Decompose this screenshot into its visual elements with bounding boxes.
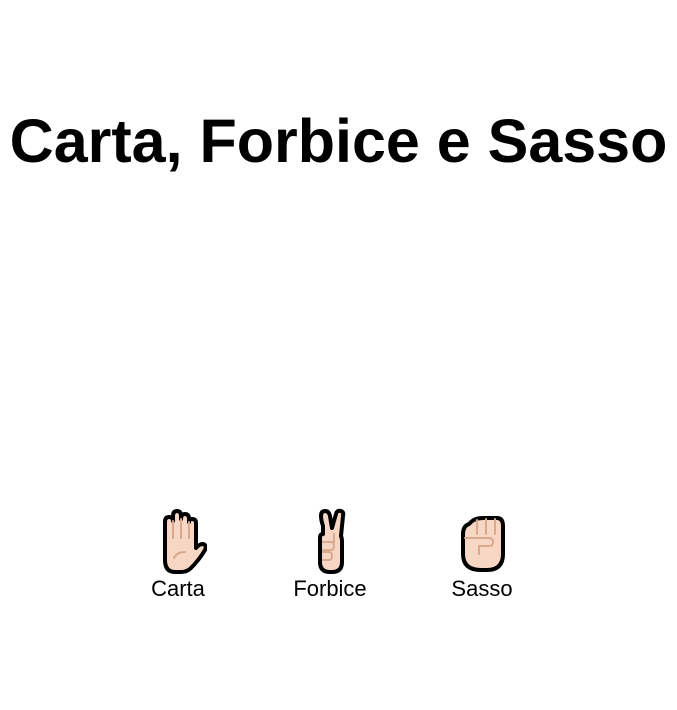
choice-sasso-label: Sasso [451, 576, 513, 601]
choice-carta-button[interactable]: Carta [138, 508, 218, 602]
choice-sasso-button[interactable]: Sasso [440, 508, 524, 602]
raised-hand-icon [163, 509, 207, 574]
choice-carta-label: Carta [151, 576, 205, 601]
page-title: Carta, Forbice e Sasso [9, 107, 668, 175]
choice-forbice-button[interactable]: Forbice [280, 508, 380, 602]
raised-fist-icon [461, 516, 505, 572]
victory-hand-icon [318, 508, 346, 574]
choice-forbice-label: Forbice [293, 576, 367, 601]
